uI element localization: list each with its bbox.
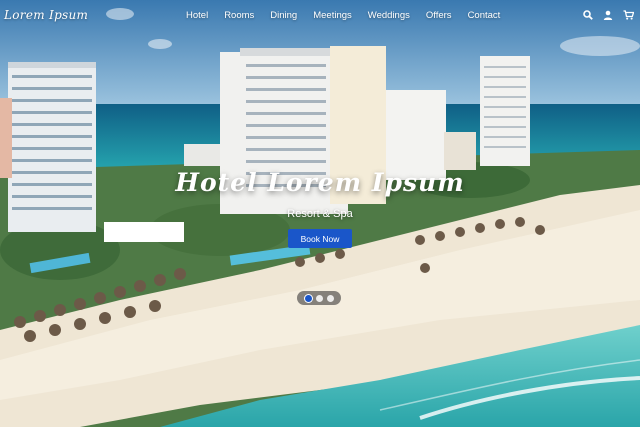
carousel-dot-2[interactable]	[315, 294, 323, 302]
book-now-button[interactable]: Book Now	[288, 229, 352, 248]
hero-title: Hotel Lorem Ipsum	[175, 168, 465, 197]
cart-icon[interactable]	[622, 9, 634, 21]
carousel-pagination	[297, 291, 341, 305]
top-navigation-bar: Lorem Ipsum Hotel Rooms Dining Meetings …	[0, 0, 640, 34]
header-tools	[582, 9, 634, 21]
search-icon[interactable]	[582, 9, 594, 21]
brand-logo[interactable]: Lorem Ipsum	[4, 8, 88, 22]
nav-item-offers[interactable]: Offers	[426, 10, 452, 21]
user-icon[interactable]	[602, 9, 614, 21]
main-nav: Hotel Rooms Dining Meetings Weddings Off…	[186, 10, 500, 21]
nav-item-dining[interactable]: Dining	[270, 10, 297, 21]
carousel-dot-1[interactable]	[304, 294, 312, 302]
nav-item-rooms[interactable]: Rooms	[224, 10, 254, 21]
hero-subtitle: Resort & Spa	[287, 208, 353, 220]
nav-item-meetings[interactable]: Meetings	[313, 10, 352, 21]
nav-item-weddings[interactable]: Weddings	[368, 10, 410, 21]
nav-item-contact[interactable]: Contact	[468, 10, 501, 21]
nav-item-hotel[interactable]: Hotel	[186, 10, 208, 21]
carousel-dot-3[interactable]	[326, 294, 334, 302]
